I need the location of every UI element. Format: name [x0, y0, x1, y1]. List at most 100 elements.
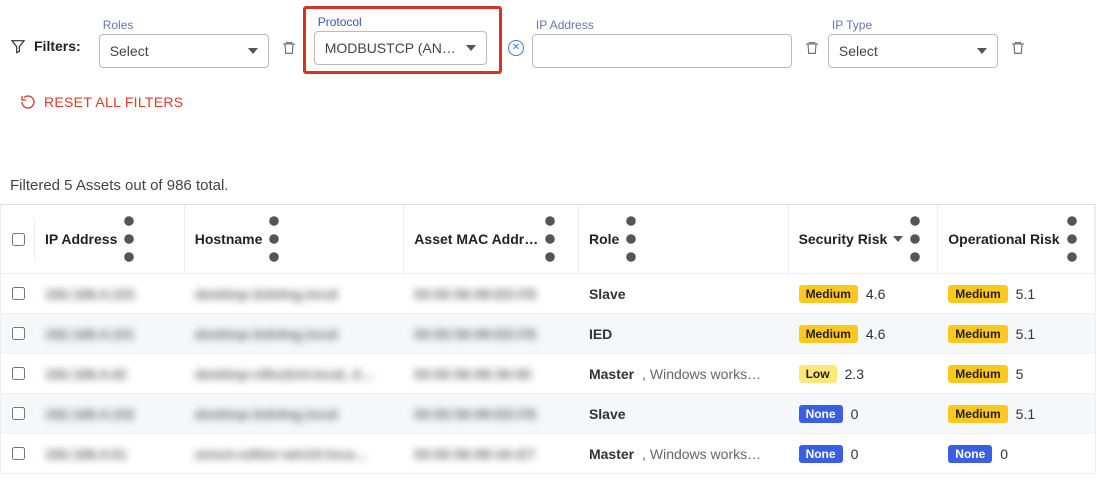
- chevron-down-icon: [248, 48, 258, 54]
- cell-operational-risk: Medium5.1: [938, 276, 1095, 312]
- cell-host: desktop-2eb4ng.local: [185, 397, 405, 431]
- col-mac-header[interactable]: Asset MAC Addr…: [404, 205, 579, 273]
- cell-host: desktop-rdhu2n4.local, d…: [185, 357, 405, 391]
- cell-mac: 00:50:56:99:ED:FE: [404, 397, 579, 431]
- cell-host: desktop-2eb4ng.local: [185, 277, 405, 311]
- row-checkbox-cell: [1, 354, 35, 393]
- filter-ip-label: IP Address: [532, 18, 792, 32]
- cell-operational-risk: None0: [938, 436, 1095, 472]
- chevron-down-icon: [977, 48, 987, 54]
- cell-role: Slave: [579, 397, 789, 431]
- delete-filter-ip-icon[interactable]: [804, 40, 820, 56]
- cell-ip: 192.168.4.102: [35, 397, 185, 431]
- row-checkbox-cell: [1, 394, 35, 433]
- delete-filter-roles-icon[interactable]: [281, 40, 297, 56]
- security-risk-badge: Low: [799, 365, 837, 383]
- table-row[interactable]: 192.168.4.42desktop-rdhu2n4.local, d…00:…: [1, 354, 1095, 394]
- row-checkbox-cell: [1, 434, 35, 473]
- cell-security-risk: Low2.3: [789, 356, 939, 392]
- table-body: 192.168.4.103desktop-2eb4ng.local00:50:5…: [1, 274, 1095, 474]
- select-all-checkbox[interactable]: [12, 232, 25, 247]
- ip-address-input[interactable]: [532, 34, 792, 68]
- kebab-icon: [909, 215, 921, 263]
- cell-role: Master, Windows works…: [579, 437, 789, 471]
- filter-protocol-label: Protocol: [314, 15, 487, 29]
- cell-mac: 00:50:56:99:4A:E7: [404, 437, 579, 471]
- row-checkbox[interactable]: [12, 326, 25, 341]
- kebab-icon: [268, 215, 280, 263]
- protocol-dropdown[interactable]: MODBUSTCP (AN…: [314, 31, 487, 65]
- cell-security-risk: Medium4.6: [789, 316, 939, 352]
- reset-filters-button[interactable]: RESET ALL FILTERS: [20, 94, 183, 110]
- select-all-cell: [1, 219, 35, 260]
- roles-dropdown-value: Select: [110, 43, 149, 59]
- cell-role: Master, Windows works…: [579, 357, 789, 391]
- kebab-icon: [625, 215, 637, 263]
- kebab-icon: [1066, 215, 1078, 263]
- table-header: IP Address Hostname Asset MAC Addr… Role…: [1, 205, 1095, 274]
- cell-role: Slave: [579, 277, 789, 311]
- row-checkbox[interactable]: [12, 446, 25, 461]
- filter-roles-label: Roles: [99, 18, 269, 32]
- table-row[interactable]: 192.168.4.103desktop-2eb4ng.local00:50:5…: [1, 274, 1095, 314]
- row-checkbox[interactable]: [12, 366, 25, 381]
- col-op-header[interactable]: Operational Risk: [938, 205, 1095, 273]
- col-ip-header[interactable]: IP Address: [35, 205, 185, 273]
- table-row[interactable]: 192.168.4.102desktop-2eb4ng.local00:50:5…: [1, 394, 1095, 434]
- cell-ip: 192.168.4.51: [35, 437, 185, 471]
- cell-mac: 00:50:56:99:36:00: [404, 357, 579, 391]
- table-row[interactable]: 192.168.4.51zenon-editor-win10.loca…00:5…: [1, 434, 1095, 474]
- reset-filters-label: RESET ALL FILTERS: [44, 94, 183, 110]
- row-checkbox[interactable]: [12, 286, 25, 301]
- filter-iptype: IP Type Select: [828, 18, 998, 68]
- filters-label: Filters:: [34, 38, 81, 54]
- filters-bar: Filters: Roles Select Protocol MODBUSTCP…: [0, 0, 1096, 68]
- operational-risk-badge: Medium: [948, 405, 1007, 423]
- table-row[interactable]: 192.168.4.101desktop-2eb4ng.local00:50:5…: [1, 314, 1095, 354]
- kebab-icon: [123, 215, 135, 263]
- cell-operational-risk: Medium5.1: [938, 396, 1095, 432]
- filter-iptype-label: IP Type: [828, 18, 998, 32]
- kebab-icon: [544, 215, 556, 263]
- clear-protocol-icon[interactable]: ✕: [508, 40, 524, 56]
- filter-protocol-highlight: Protocol MODBUSTCP (AN…: [303, 6, 502, 74]
- security-risk-badge: Medium: [799, 325, 858, 343]
- operational-risk-badge: None: [948, 445, 992, 463]
- security-risk-badge: None: [799, 405, 843, 423]
- operational-risk-badge: Medium: [948, 325, 1007, 343]
- row-checkbox[interactable]: [12, 406, 25, 421]
- reset-icon: [20, 94, 36, 110]
- security-risk-badge: Medium: [799, 285, 858, 303]
- cell-host: zenon-editor-win10.loca…: [185, 437, 405, 471]
- cell-operational-risk: Medium5.1: [938, 316, 1095, 352]
- roles-dropdown[interactable]: Select: [99, 34, 269, 68]
- filter-ip: IP Address: [532, 18, 792, 68]
- cell-role: IED: [579, 317, 789, 351]
- iptype-dropdown-value: Select: [839, 43, 878, 59]
- security-risk-badge: None: [799, 445, 843, 463]
- protocol-dropdown-value: MODBUSTCP (AN…: [325, 40, 456, 56]
- cell-operational-risk: Medium5: [938, 356, 1095, 392]
- filter-roles: Roles Select: [99, 18, 269, 68]
- delete-filter-iptype-icon[interactable]: [1010, 40, 1026, 56]
- cell-ip: 192.168.4.42: [35, 357, 185, 391]
- chevron-down-icon: [466, 45, 476, 51]
- sort-desc-icon: [893, 236, 903, 242]
- cell-security-risk: None0: [789, 396, 939, 432]
- iptype-dropdown[interactable]: Select: [828, 34, 998, 68]
- cell-security-risk: None0: [789, 436, 939, 472]
- row-checkbox-cell: [1, 274, 35, 313]
- cell-mac: 00:50:56:99:ED:FE: [404, 317, 579, 351]
- cell-host: desktop-2eb4ng.local: [185, 317, 405, 351]
- operational-risk-badge: Medium: [948, 285, 1007, 303]
- cell-security-risk: Medium4.6: [789, 276, 939, 312]
- row-checkbox-cell: [1, 314, 35, 353]
- reset-row: RESET ALL FILTERS: [0, 68, 1096, 113]
- cell-ip: 192.168.4.101: [35, 317, 185, 351]
- col-host-header[interactable]: Hostname: [185, 205, 405, 273]
- operational-risk-badge: Medium: [948, 365, 1007, 383]
- filter-icon: [10, 38, 26, 54]
- col-role-header[interactable]: Role: [579, 205, 789, 273]
- col-sec-header[interactable]: Security Risk: [789, 205, 939, 273]
- result-count: Filtered 5 Assets out of 986 total.: [0, 113, 1096, 204]
